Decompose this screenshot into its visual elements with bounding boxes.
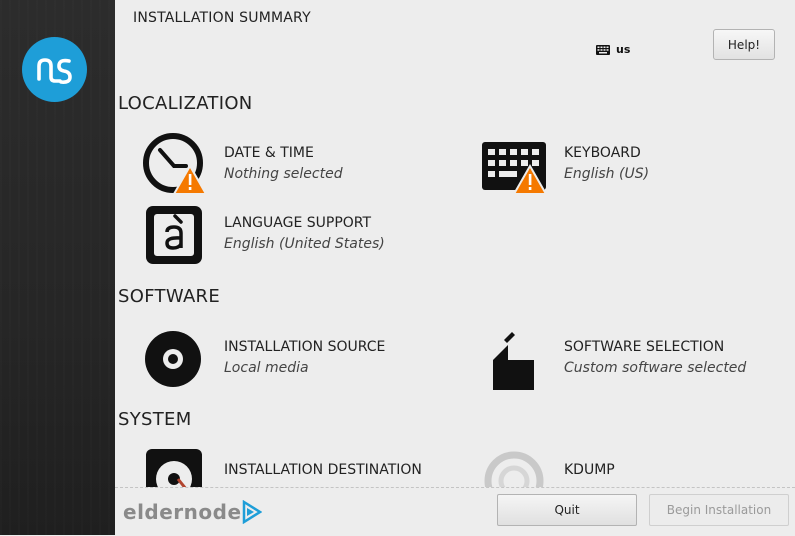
spoke-title: INSTALLATION SOURCE: [224, 339, 386, 355]
clock-icon: [143, 133, 206, 195]
begin-installation-button[interactable]: Begin Installation: [649, 494, 789, 526]
page-title: INSTALLATION SUMMARY: [133, 10, 311, 26]
watermark-arrow-icon: [242, 500, 262, 524]
spoke-status: English (United States): [224, 236, 385, 252]
watermark-text: eldernode: [123, 500, 242, 524]
harddisk-icon: [146, 449, 202, 487]
spoke-title: KEYBOARD: [564, 145, 641, 161]
package-icon: [493, 332, 534, 390]
quit-button[interactable]: Quit: [497, 494, 637, 526]
spoke-title: DATE & TIME: [224, 145, 314, 161]
spoke-title: KDUMP: [564, 462, 615, 478]
spoke-title: INSTALLATION DESTINATION: [224, 462, 422, 478]
sidebar: [0, 0, 115, 535]
language-icon: [146, 206, 202, 264]
spoke-status: Nothing selected: [224, 166, 343, 182]
spoke-installation-destination[interactable]: INSTALLATION DESTINATION: [142, 449, 462, 487]
spoke-title: SOFTWARE SELECTION: [564, 339, 725, 355]
eldernode-watermark: eldernode: [123, 500, 262, 524]
spoke-installation-source[interactable]: INSTALLATION SOURCE Local media: [142, 326, 462, 390]
spoke-title: LANGUAGE SUPPORT: [224, 215, 372, 231]
section-system: SYSTEM: [118, 409, 192, 430]
logo-mark-icon: [37, 58, 72, 84]
section-localization: LOCALIZATION: [118, 93, 253, 114]
keyboard-small-icon: [596, 44, 610, 55]
keyboard-layout-indicator[interactable]: us: [596, 43, 630, 56]
section-software: SOFTWARE: [118, 286, 221, 307]
spoke-status: English (US): [564, 166, 650, 182]
kdump-icon: [484, 451, 544, 487]
distro-logo: [22, 37, 87, 102]
spoke-language-support[interactable]: LANGUAGE SUPPORT English (United States): [142, 202, 462, 266]
spoke-date-time[interactable]: DATE & TIME Nothing selected: [142, 132, 462, 196]
spoke-status: Custom software selected: [564, 360, 747, 376]
spoke-kdump[interactable]: KDUMP: [482, 449, 795, 487]
keyboard-icon: [482, 142, 546, 195]
keyboard-layout-label: us: [616, 43, 631, 56]
spoke-software-selection[interactable]: SOFTWARE SELECTION Custom software selec…: [482, 326, 795, 390]
help-button[interactable]: Help!: [713, 29, 775, 60]
spoke-status: Local media: [224, 360, 309, 376]
disc-icon: [145, 331, 201, 387]
spoke-keyboard[interactable]: KEYBOARD English (US): [482, 132, 795, 196]
